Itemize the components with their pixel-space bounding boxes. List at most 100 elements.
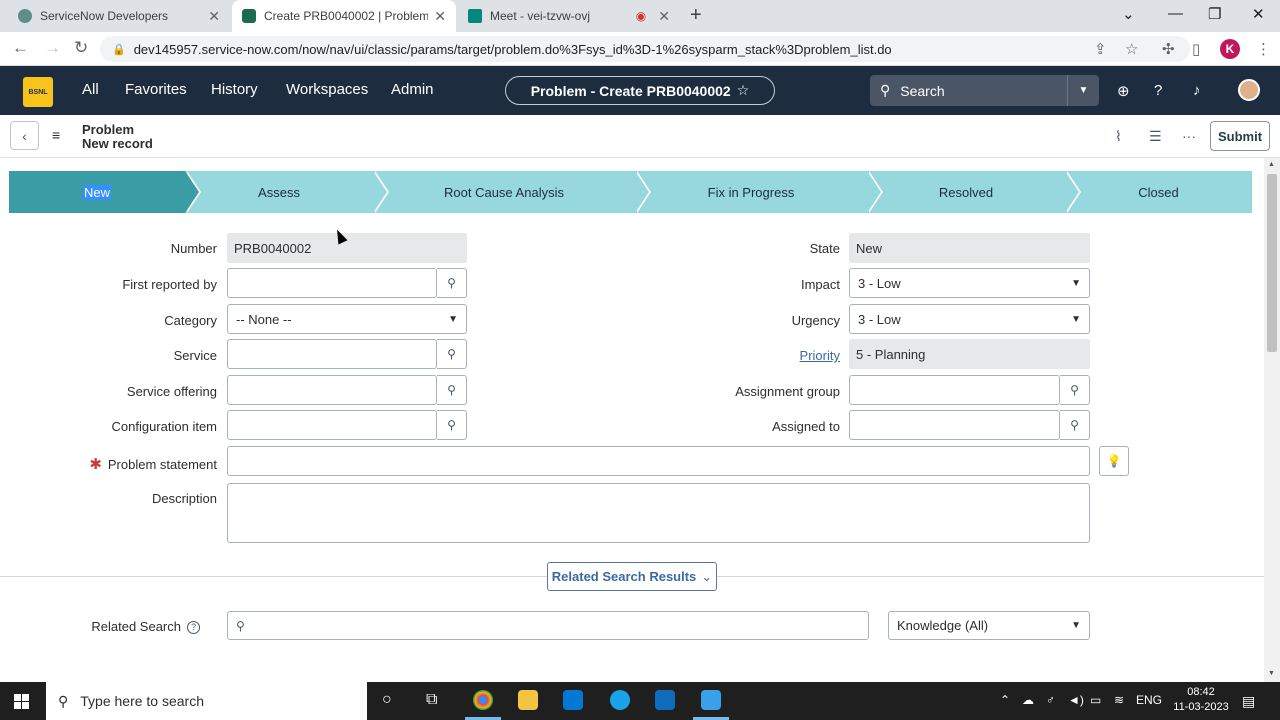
taskbar-clock[interactable]: 08:42 11-03-2023 [1170, 685, 1232, 715]
service-offering-input[interactable] [227, 375, 437, 405]
assignment-group-input[interactable] [849, 375, 1060, 405]
more-options-icon[interactable]: ··· [1182, 128, 1196, 144]
configuration-item-input[interactable] [227, 410, 437, 440]
configuration-item-lookup-button[interactable]: ⚲ [437, 410, 467, 440]
extensions-puzzle-icon[interactable]: ✣ [1162, 40, 1175, 58]
help-icon[interactable]: ? [187, 621, 200, 635]
service-input[interactable] [227, 339, 437, 369]
close-icon[interactable]: ✕ [434, 8, 446, 25]
assigned-to-input[interactable] [849, 410, 1060, 440]
form-header: ‹ ≡ Problem New record ⌇ ☰ ··· Submit [0, 115, 1280, 158]
microphone-icon[interactable]: ♂ [1046, 693, 1055, 707]
attachment-paperclip-icon[interactable]: ⌇ [1115, 128, 1122, 145]
browser-profile-avatar[interactable]: K [1220, 39, 1240, 59]
company-logo[interactable]: BSNL [23, 77, 53, 107]
minimize-icon[interactable]: — [1168, 5, 1183, 22]
side-panel-icon[interactable]: ▯ [1192, 40, 1200, 58]
mail-icon[interactable] [655, 690, 675, 710]
taskbar-search-box[interactable]: ⚲ Type here to search [46, 682, 367, 720]
volume-icon[interactable]: ◄) [1068, 693, 1084, 707]
search-icon: ⚲ [447, 347, 456, 361]
related-search-input[interactable]: ⚲ [227, 611, 869, 640]
problem-statement-input[interactable] [227, 446, 1090, 476]
form-back-button[interactable]: ‹ [10, 121, 39, 150]
nav-favorites[interactable]: Favorites [125, 81, 187, 98]
tab-title: ServiceNow Developers [40, 9, 169, 23]
forward-arrow-icon[interactable]: → [44, 38, 61, 58]
category-select[interactable]: -- None -- ▼ [227, 304, 467, 334]
first-reported-by-input[interactable] [227, 268, 437, 298]
task-view-icon[interactable]: ⧉ [426, 691, 437, 709]
language-indicator[interactable]: ENG [1136, 693, 1162, 707]
url-field[interactable]: 🔒 dev145957.service-now.com/now/nav/ui/c… [100, 36, 1190, 62]
new-tab-icon[interactable]: + [690, 4, 702, 27]
scroll-up-arrow-icon[interactable]: ▲ [1268, 161, 1275, 168]
assignment-group-lookup-button[interactable]: ⚲ [1060, 375, 1090, 405]
nav-all[interactable]: All [82, 81, 99, 98]
browser-tab-meet[interactable]: Meet - vei-tzvw-ovj ◉ ✕ [458, 0, 680, 32]
impact-select[interactable]: 3 - Low ▼ [849, 268, 1090, 298]
close-icon[interactable]: ✕ [208, 8, 220, 25]
global-search[interactable]: ⚲ Search ▼ [870, 75, 1099, 106]
camera-app-icon[interactable] [701, 690, 721, 710]
help-icon[interactable]: ? [1154, 82, 1162, 99]
form-context-menu-icon[interactable]: ≡ [52, 127, 60, 143]
battery-icon[interactable]: ▭ [1090, 693, 1101, 707]
related-search-source-select[interactable]: Knowledge (All) ▼ [888, 611, 1090, 640]
service-offering-lookup-button[interactable]: ⚲ [437, 375, 467, 405]
nav-history[interactable]: History [211, 81, 258, 98]
priority-label-link[interactable]: Priority [640, 348, 840, 363]
windows-start-icon[interactable] [14, 694, 29, 709]
tab-title: Meet - vei-tzvw-ovj [490, 9, 591, 23]
nav-admin[interactable]: Admin [391, 81, 434, 98]
url-text: dev145957.service-now.com/now/nav/ui/cla… [133, 41, 892, 57]
share-icon[interactable]: ⇪ [1094, 40, 1107, 58]
assigned-to-lookup-button[interactable]: ⚲ [1060, 410, 1090, 440]
lightbulb-suggestion-icon[interactable]: 💡 [1099, 446, 1129, 476]
maximize-icon[interactable]: ❐ [1208, 5, 1221, 23]
browser-menu-icon[interactable]: ⋮ [1256, 40, 1271, 58]
search-icon: ⚲ [1070, 383, 1079, 397]
number-label: Number [170, 241, 217, 256]
form-title: Problem New record [82, 123, 153, 151]
submit-button[interactable]: Submit [1210, 121, 1270, 151]
tray-expand-chevron-icon[interactable]: ⌃ [1000, 693, 1010, 707]
scroll-down-arrow-icon[interactable]: ▼ [1268, 670, 1275, 677]
edge-icon[interactable] [610, 690, 630, 710]
wifi-icon[interactable]: ≋ [1114, 693, 1124, 707]
cortana-icon[interactable]: ○ [382, 691, 392, 709]
page-scrollbar[interactable]: ▲ ▼ [1264, 158, 1280, 682]
network-offline-icon[interactable]: ☁ [1022, 693, 1034, 707]
favorite-star-icon[interactable]: ☆ [737, 82, 750, 99]
microsoft-store-icon[interactable] [563, 690, 583, 710]
related-search-label-text: Related Search [91, 619, 181, 634]
chrome-icon[interactable] [473, 690, 493, 710]
flow-step-label: New [82, 184, 111, 200]
reload-icon[interactable]: ↻ [74, 38, 88, 58]
urgency-select[interactable]: 3 - Low ▼ [849, 304, 1090, 334]
globe-icon[interactable]: ⊕ [1117, 82, 1130, 100]
bookmark-star-icon[interactable]: ☆ [1125, 40, 1138, 58]
category-selected-value: -- None -- [236, 311, 292, 327]
nav-workspaces[interactable]: Workspaces [286, 81, 368, 98]
search-scope-chevron-icon[interactable]: ▼ [1067, 75, 1099, 106]
context-title-pill[interactable]: Problem - Create PRB0040002 ☆ [505, 76, 775, 105]
related-search-results-button[interactable]: Related Search Results ⌄ [547, 562, 717, 591]
chevron-left-icon: ‹ [22, 127, 27, 144]
browser-tab-servicenow-developers[interactable]: ServiceNow Developers ✕ [8, 0, 230, 32]
notification-center-icon[interactable]: ▤ [1242, 693, 1255, 710]
back-arrow-icon[interactable]: ← [12, 38, 29, 58]
file-explorer-icon[interactable] [518, 690, 538, 710]
close-icon[interactable]: ✕ [658, 8, 670, 25]
notification-bell-icon[interactable]: ♪ [1193, 82, 1201, 99]
tab-search-chevron-icon[interactable]: ⌄ [1122, 5, 1135, 23]
personalize-sliders-icon[interactable]: ☰ [1149, 128, 1162, 145]
service-lookup-button[interactable]: ⚲ [437, 339, 467, 369]
first-reported-by-lookup-button[interactable]: ⚲ [437, 268, 467, 298]
browser-tab-create-problem[interactable]: Create PRB0040002 | Problem | ServiceNow… [232, 0, 456, 32]
user-avatar[interactable] [1238, 79, 1260, 101]
description-textarea[interactable] [227, 483, 1090, 543]
window-close-icon[interactable]: ✕ [1252, 5, 1265, 23]
scrollbar-thumb[interactable] [1267, 174, 1277, 352]
service-label: Service [173, 348, 217, 363]
